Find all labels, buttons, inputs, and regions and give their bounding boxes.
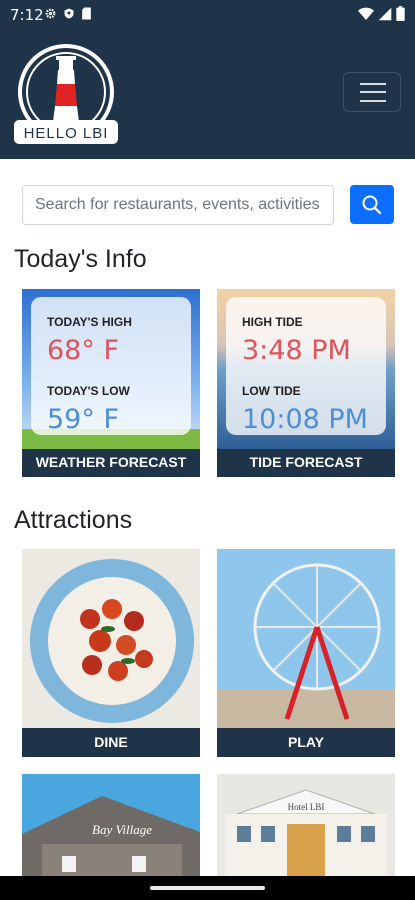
todays-high-label: TODAY'S HIGH [47, 315, 132, 329]
low-tide-value: 10:08 PM [242, 404, 368, 435]
battery-icon [396, 6, 405, 21]
high-tide-label: HIGH TIDE [242, 315, 303, 329]
dine-card[interactable]: DINE [22, 549, 200, 757]
bay-village-sign: Bay Village [92, 822, 152, 837]
status-right-icons [358, 6, 405, 21]
low-tide-label: LOW TIDE [242, 384, 301, 398]
menu-bar-icon [360, 91, 386, 93]
menu-bar-icon [360, 83, 386, 85]
todays-low-value: 59° F [47, 404, 119, 435]
attractions-heading: Attractions [14, 506, 133, 534]
ferris-wheel-image [217, 549, 395, 728]
tide-info-panel: HIGH TIDE 3:48 PM LOW TIDE 10:08 PM [226, 297, 386, 435]
status-time: 7:12 [10, 6, 44, 24]
hello-lbi-logo[interactable]: HELLO LBI [12, 42, 120, 154]
weather-forecast-card[interactable]: TODAY'S HIGH 68° F TODAY'S LOW 59° F WEA… [22, 289, 200, 477]
play-label: PLAY [287, 734, 325, 750]
settings-gear-icon [45, 8, 56, 19]
search-button[interactable] [350, 185, 394, 224]
sd-card-icon [82, 7, 91, 20]
logo-text: HELLO LBI [24, 125, 109, 142]
weather-info-panel: TODAY'S HIGH 68° F TODAY'S LOW 59° F [31, 297, 191, 435]
signal-icon [378, 7, 392, 20]
system-nav-bar [0, 876, 415, 900]
weather-forecast-label: WEATHER FORECAST [35, 454, 187, 470]
search-icon [362, 195, 382, 215]
tide-forecast-label: TIDE FORECAST [249, 454, 363, 470]
status-bar: 7:12 [0, 0, 415, 28]
food-plate-image [22, 549, 200, 728]
menu-bar-icon [360, 100, 386, 102]
search-input[interactable] [22, 185, 334, 225]
top-navbar: HELLO LBI [0, 28, 415, 159]
tide-forecast-card[interactable]: HIGH TIDE 3:48 PM LOW TIDE 10:08 PM TIDE… [217, 289, 395, 477]
dine-label: DINE [94, 734, 128, 750]
play-card[interactable]: PLAY [217, 549, 395, 757]
status-left-icons [44, 7, 92, 20]
todays-high-value: 68° F [47, 335, 119, 366]
wifi-icon [358, 7, 374, 20]
high-tide-value: 3:48 PM [242, 335, 351, 366]
hotel-sign: Hotel LBI [288, 802, 325, 812]
todays-info-heading: Today's Info [14, 245, 147, 273]
shield-icon [64, 8, 74, 19]
home-gesture-handle[interactable] [150, 886, 265, 890]
todays-low-label: TODAY'S LOW [47, 384, 130, 398]
hamburger-menu-button[interactable] [343, 72, 401, 112]
